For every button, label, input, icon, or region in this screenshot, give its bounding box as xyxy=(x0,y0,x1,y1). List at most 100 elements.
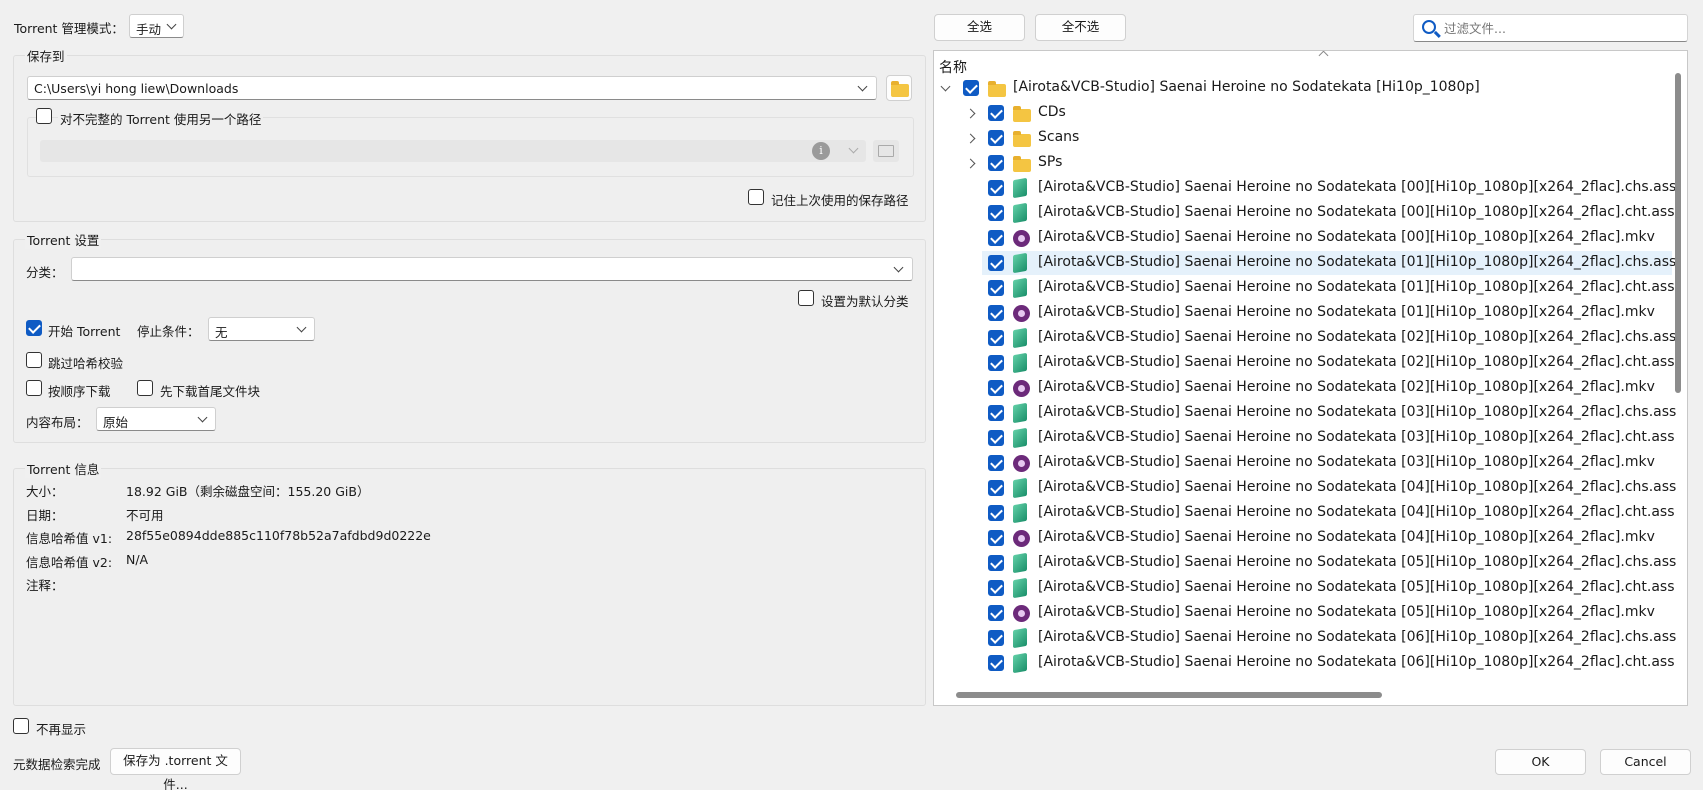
tree-checkbox[interactable] xyxy=(988,630,1004,646)
start-torrent-checkbox[interactable] xyxy=(26,320,42,336)
tree-row[interactable]: [Airota&VCB-Studio] Saenai Heroine no So… xyxy=(934,326,1676,350)
tree-row[interactable]: [Airota&VCB-Studio] Saenai Heroine no So… xyxy=(934,351,1675,375)
layout-select[interactable]: 原始 xyxy=(96,407,216,431)
chevron-down-icon[interactable] xyxy=(940,81,951,92)
subtitle-icon xyxy=(1013,477,1027,499)
tree-checkbox[interactable] xyxy=(988,505,1004,521)
tree-checkbox[interactable] xyxy=(988,330,1004,346)
folder-icon xyxy=(1013,131,1031,147)
stop-condition-select[interactable]: 无 xyxy=(208,317,315,341)
tree-checkbox[interactable] xyxy=(988,530,1004,546)
folder-icon xyxy=(1013,156,1031,172)
info-value: 不可用 xyxy=(126,507,164,523)
mode-select[interactable]: 手动 xyxy=(129,14,184,38)
tree-row[interactable]: [Airota&VCB-Studio] Saenai Heroine no So… xyxy=(934,651,1675,675)
tree-checkbox[interactable] xyxy=(988,380,1004,396)
info-label: 信息哈希值 v2: xyxy=(26,554,113,570)
subtitle-icon xyxy=(1013,352,1027,374)
chevron-right-icon[interactable] xyxy=(965,108,976,119)
tree-checkbox[interactable] xyxy=(963,80,979,96)
tree-row[interactable]: [Airota&VCB-Studio] Saenai Heroine no So… xyxy=(934,226,1664,250)
sequential-checkbox[interactable] xyxy=(26,380,42,396)
default-category-checkbox[interactable] xyxy=(798,290,814,306)
tree-row-label: CDs xyxy=(1038,104,1066,120)
dont-show-checkbox[interactable] xyxy=(13,718,29,734)
tree-row[interactable]: [Airota&VCB-Studio] Saenai Heroine no So… xyxy=(934,476,1676,500)
tree-row[interactable]: [Airota&VCB-Studio] Saenai Heroine no So… xyxy=(934,401,1676,425)
remember-path-checkbox[interactable] xyxy=(748,189,764,205)
chevron-down-icon xyxy=(166,19,177,30)
alt-path-browse-button xyxy=(873,140,899,162)
tree-row[interactable]: [Airota&VCB-Studio] Saenai Heroine no So… xyxy=(982,251,1676,275)
select-all-button[interactable]: 全选 xyxy=(934,14,1025,41)
tree-checkbox[interactable] xyxy=(988,655,1004,671)
tree-row[interactable]: [Airota&VCB-Studio] Saenai Heroine no So… xyxy=(934,426,1675,450)
status-text: 元数据检索完成 xyxy=(13,757,101,772)
tree-checkbox[interactable] xyxy=(988,155,1004,171)
tree-checkbox[interactable] xyxy=(988,455,1004,471)
tree-checkbox[interactable] xyxy=(988,230,1004,246)
tree-row[interactable]: [Airota&VCB-Studio] Saenai Heroine no So… xyxy=(934,551,1676,575)
chevron-down-icon xyxy=(848,143,859,154)
save-torrent-button[interactable]: 保存为 .torrent 文件... xyxy=(110,748,241,790)
skip-hash-checkbox[interactable] xyxy=(26,352,42,368)
tree-row[interactable]: Scans xyxy=(934,126,1664,150)
category-combo[interactable] xyxy=(71,257,913,281)
save-path-value: C:\Users\yi hong liew\Downloads xyxy=(34,81,239,96)
tree-checkbox[interactable] xyxy=(988,205,1004,221)
chevron-right-icon[interactable] xyxy=(965,158,976,169)
subtitle-icon xyxy=(1013,327,1027,349)
tree-checkbox[interactable] xyxy=(988,130,1004,146)
select-none-button[interactable]: 全不选 xyxy=(1035,14,1126,41)
tree-row[interactable]: [Airota&VCB-Studio] Saenai Heroine no So… xyxy=(934,501,1675,525)
skip-hash-label: 跳过哈希校验 xyxy=(48,356,124,371)
save-path-combo[interactable]: C:\Users\yi hong liew\Downloads xyxy=(27,76,877,100)
subtitle-icon xyxy=(1013,627,1027,649)
tree-row[interactable]: [Airota&VCB-Studio] Saenai Heroine no So… xyxy=(934,626,1676,650)
chevron-right-icon[interactable] xyxy=(965,133,976,144)
tree-checkbox[interactable] xyxy=(988,305,1004,321)
tree-checkbox[interactable] xyxy=(988,480,1004,496)
tree-row[interactable]: SPs xyxy=(934,151,1664,175)
tree-row[interactable]: [Airota&VCB-Studio] Saenai Heroine no So… xyxy=(934,376,1664,400)
tree-row-label: [Airota&VCB-Studio] Saenai Heroine no So… xyxy=(1038,504,1675,520)
tree-checkbox[interactable] xyxy=(988,405,1004,421)
tree-checkbox[interactable] xyxy=(988,255,1004,271)
tree-row[interactable]: [Airota&VCB-Studio] Saenai Heroine no So… xyxy=(934,451,1664,475)
tree-checkbox[interactable] xyxy=(988,430,1004,446)
tree-checkbox[interactable] xyxy=(988,580,1004,596)
file-tree[interactable]: 名称 [Airota&VCB-Studio] Saenai Heroine no… xyxy=(933,50,1688,706)
filter-box[interactable] xyxy=(1413,14,1688,42)
tree-row[interactable]: [Airota&VCB-Studio] Saenai Heroine no So… xyxy=(934,526,1664,550)
video-icon xyxy=(1013,380,1030,397)
alt-path-checkbox[interactable] xyxy=(36,108,52,124)
tree-row[interactable]: [Airota&VCB-Studio] Saenai Heroine no So… xyxy=(934,601,1664,625)
tree-row[interactable]: CDs xyxy=(934,101,1664,125)
tree-row-label: [Airota&VCB-Studio] Saenai Heroine no So… xyxy=(1038,404,1677,420)
mode-value: 手动 xyxy=(136,22,162,37)
tree-row[interactable]: [Airota&VCB-Studio] Saenai Heroine no So… xyxy=(934,276,1675,300)
tree-checkbox[interactable] xyxy=(988,180,1004,196)
tree-row-label: [Airota&VCB-Studio] Saenai Heroine no So… xyxy=(1038,579,1675,595)
tree-row[interactable]: [Airota&VCB-Studio] Saenai Heroine no So… xyxy=(934,176,1676,200)
tree-row[interactable]: [Airota&VCB-Studio] Saenai Heroine no So… xyxy=(934,576,1675,600)
ok-button[interactable]: OK xyxy=(1495,749,1586,775)
subtitle-icon xyxy=(1013,277,1027,299)
cancel-button[interactable]: Cancel xyxy=(1600,749,1691,775)
tree-checkbox[interactable] xyxy=(988,605,1004,621)
tree-row[interactable]: [Airota&VCB-Studio] Saenai Heroine no So… xyxy=(934,301,1664,325)
tree-row[interactable]: [Airota&VCB-Studio] Saenai Heroine no So… xyxy=(934,201,1675,225)
tree-row-label: [Airota&VCB-Studio] Saenai Heroine no So… xyxy=(1038,629,1677,645)
vertical-scrollbar[interactable] xyxy=(1675,73,1681,393)
tree-checkbox[interactable] xyxy=(988,105,1004,121)
tree-checkbox[interactable] xyxy=(988,355,1004,371)
mode-label: Torrent 管理模式： xyxy=(14,21,124,36)
filter-input[interactable] xyxy=(1444,19,1679,37)
browse-folder-button[interactable] xyxy=(886,75,912,101)
tree-checkbox[interactable] xyxy=(988,555,1004,571)
tree-checkbox[interactable] xyxy=(988,280,1004,296)
tree-row[interactable]: [Airota&VCB-Studio] Saenai Heroine no So… xyxy=(934,76,1664,100)
horizontal-scrollbar[interactable] xyxy=(956,692,1382,698)
first-last-checkbox[interactable] xyxy=(137,380,153,396)
folder-icon xyxy=(988,81,1006,97)
